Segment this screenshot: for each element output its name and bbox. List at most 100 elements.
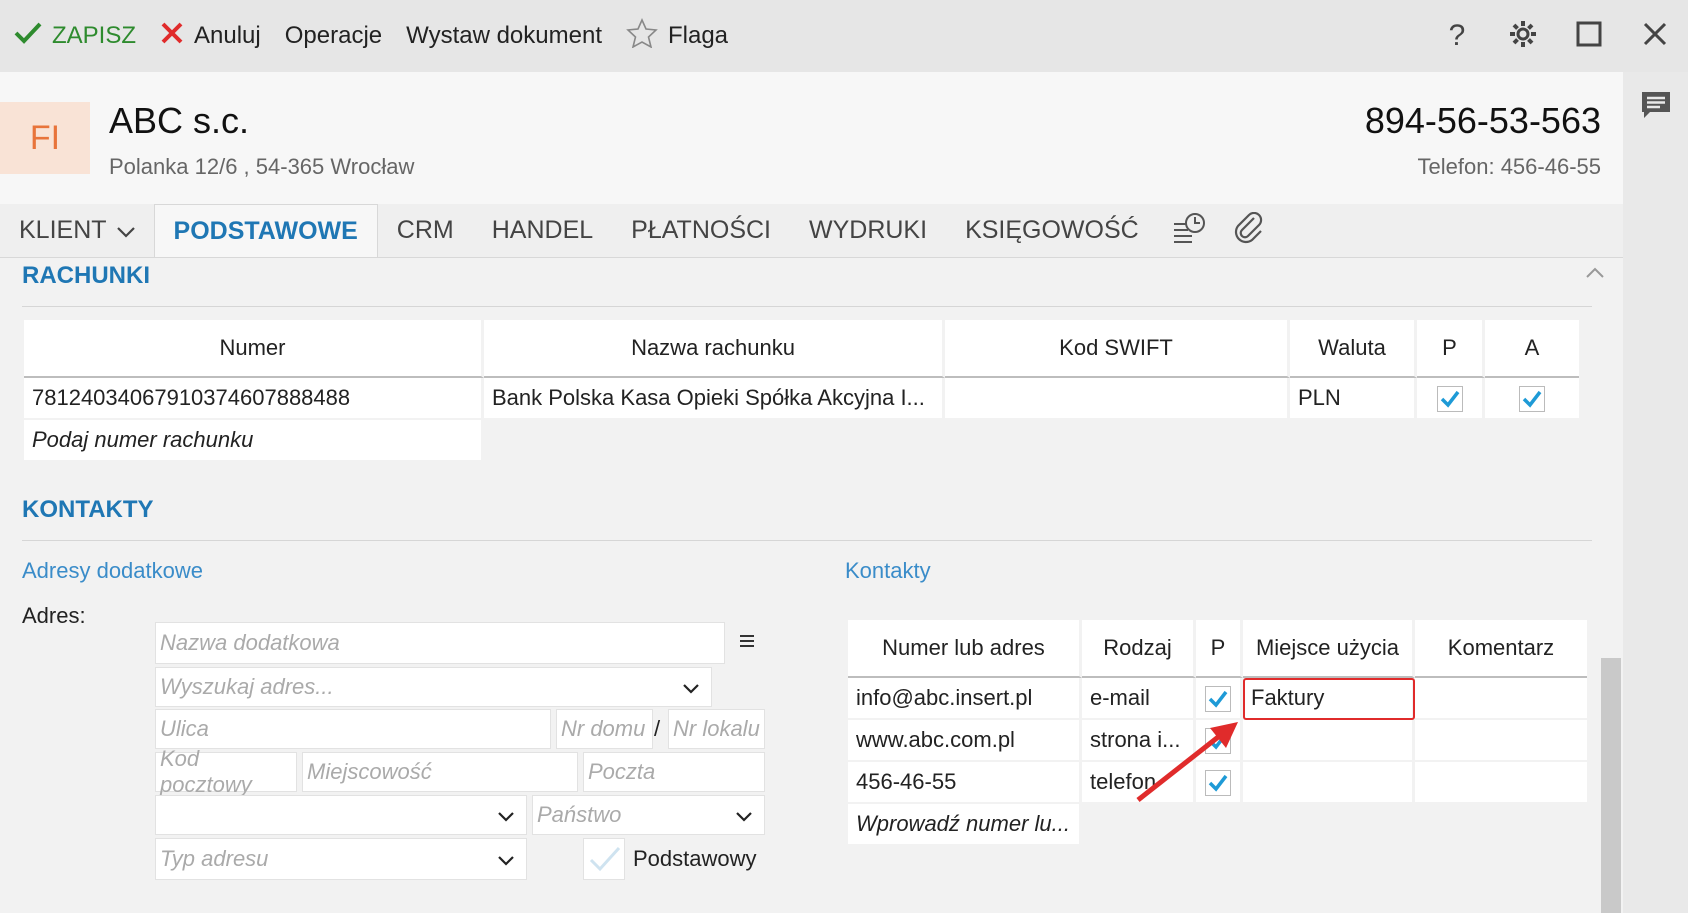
default-address-label: Podstawowy bbox=[633, 846, 757, 871]
search-placeholder: Wyszukaj adres... bbox=[160, 674, 334, 699]
account-p-checkbox[interactable] bbox=[1436, 385, 1463, 412]
chevron-down-icon bbox=[498, 846, 514, 872]
flat-number-input[interactable]: Nr lokalu bbox=[668, 709, 765, 749]
tab-label: PŁATNOŚCI bbox=[631, 216, 771, 244]
close-icon bbox=[1643, 22, 1667, 51]
settings-button[interactable] bbox=[1490, 0, 1556, 72]
vertical-scrollbar[interactable] bbox=[1601, 658, 1621, 913]
account-a-cell bbox=[1485, 378, 1579, 420]
house-number-input[interactable]: Nr domu bbox=[556, 709, 653, 749]
table-row[interactable]: 78124034067910374607888488 Bank Polska K… bbox=[24, 378, 1579, 420]
tab-label: WYDRUKI bbox=[809, 216, 928, 244]
country-placeholder: Państwo bbox=[537, 802, 622, 827]
account-a-checkbox[interactable] bbox=[1519, 385, 1545, 412]
contact-kind[interactable]: e-mail bbox=[1082, 678, 1196, 720]
annotation-arrow bbox=[1136, 722, 1238, 802]
contact-value[interactable]: www.abc.com.pl bbox=[848, 720, 1082, 762]
column-header[interactable]: Numer bbox=[24, 320, 484, 378]
chevron-down-icon bbox=[498, 802, 514, 828]
contact-usage[interactable] bbox=[1243, 720, 1415, 762]
contact-comment[interactable] bbox=[1415, 720, 1587, 762]
contact-p-checkbox[interactable] bbox=[1205, 685, 1231, 712]
empty-cell bbox=[1082, 804, 1196, 846]
contact-comment[interactable] bbox=[1415, 678, 1587, 720]
account-swift[interactable] bbox=[945, 378, 1290, 420]
table-header-row: Numer lub adres Rodzaj P Miejsce użycia … bbox=[848, 620, 1587, 678]
contact-value[interactable]: info@abc.insert.pl bbox=[848, 678, 1082, 720]
column-header[interactable]: Numer lub adres bbox=[848, 620, 1082, 678]
new-account-input[interactable]: Podaj numer rachunku bbox=[24, 420, 484, 462]
cancel-button[interactable]: Anuluj bbox=[148, 0, 273, 72]
tab-printouts[interactable]: WYDRUKI bbox=[790, 204, 946, 257]
account-currency[interactable]: PLN bbox=[1290, 378, 1417, 420]
divider bbox=[22, 306, 1592, 307]
address-type-select[interactable]: Typ adresu bbox=[155, 838, 527, 880]
street-input[interactable]: Ulica bbox=[155, 709, 551, 749]
chevron-down-icon bbox=[683, 674, 699, 700]
history-button[interactable] bbox=[1158, 204, 1220, 257]
default-address-checkbox[interactable] bbox=[583, 838, 625, 880]
column-header[interactable]: Rodzaj bbox=[1082, 620, 1196, 678]
customer-header: FI ABC s.c. Polanka 12/6 , 54-365 Wrocła… bbox=[0, 72, 1623, 204]
column-header[interactable]: Kod SWIFT bbox=[945, 320, 1290, 378]
tab-payments[interactable]: PŁATNOŚCI bbox=[612, 204, 790, 257]
comments-button[interactable] bbox=[1640, 90, 1672, 125]
close-window-button[interactable] bbox=[1622, 0, 1688, 72]
empty-cell bbox=[1417, 420, 1485, 462]
region-select[interactable] bbox=[155, 795, 527, 835]
issue-document-button[interactable]: Wystaw dokument bbox=[394, 0, 614, 72]
tab-accounting[interactable]: KSIĘGOWOŚĆ bbox=[946, 204, 1158, 257]
chevron-down-icon bbox=[736, 802, 752, 828]
country-select[interactable]: Państwo bbox=[532, 795, 765, 835]
tab-label: HANDEL bbox=[491, 216, 594, 244]
maximize-button[interactable] bbox=[1556, 0, 1622, 72]
column-header[interactable]: Nazwa rachunku bbox=[484, 320, 945, 378]
customer-badge: FI bbox=[0, 102, 90, 174]
tab-trade[interactable]: HANDEL bbox=[473, 204, 612, 257]
column-header[interactable]: P bbox=[1196, 620, 1243, 678]
contacts-section-title: KONTAKTY bbox=[22, 496, 154, 523]
content-area: RACHUNKI Numer Nazwa rachunku Kod SWIFT … bbox=[0, 258, 1623, 913]
postal-code-input[interactable]: Kod pocztowy bbox=[155, 746, 297, 797]
contact-usage[interactable]: Faktury bbox=[1243, 678, 1415, 720]
operations-menu[interactable]: Operacje bbox=[273, 0, 394, 72]
history-icon bbox=[1172, 212, 1206, 249]
number-separator: / bbox=[654, 716, 661, 741]
additional-name-input[interactable]: Nazwa dodatkowa bbox=[155, 622, 725, 664]
flag-button[interactable]: Flaga bbox=[614, 0, 740, 72]
contact-usage[interactable] bbox=[1243, 762, 1415, 804]
column-header[interactable]: Komentarz bbox=[1415, 620, 1587, 678]
column-header[interactable]: A bbox=[1485, 320, 1579, 378]
contact-comment[interactable] bbox=[1415, 762, 1587, 804]
save-button[interactable]: ZAPISZ bbox=[0, 0, 148, 72]
table-row[interactable]: info@abc.insert.pl e-mail Faktury bbox=[848, 678, 1587, 720]
post-office-input[interactable]: Poczta bbox=[583, 752, 765, 792]
contact-value[interactable]: 456-46-55 bbox=[848, 762, 1082, 804]
checkmark-icon bbox=[14, 21, 42, 52]
tab-crm[interactable]: CRM bbox=[378, 204, 473, 257]
maximize-icon bbox=[1576, 21, 1602, 52]
side-rail bbox=[1623, 72, 1688, 913]
column-header[interactable]: P bbox=[1417, 320, 1485, 378]
collapse-chevron-icon[interactable] bbox=[1586, 266, 1604, 284]
company-nip: 894-56-53-563 bbox=[1364, 100, 1601, 141]
operations-label: Operacje bbox=[284, 22, 383, 49]
account-number[interactable]: 78124034067910374607888488 bbox=[24, 378, 484, 420]
attachments-button[interactable] bbox=[1220, 204, 1278, 257]
menu-icon[interactable] bbox=[738, 632, 756, 655]
accounts-table: Numer Nazwa rachunku Kod SWIFT Waluta P … bbox=[24, 320, 1579, 462]
address-search-select[interactable]: Wyszukaj adres... bbox=[155, 667, 712, 707]
paperclip-icon bbox=[1234, 211, 1264, 249]
empty-cell bbox=[1243, 804, 1415, 846]
tab-basic[interactable]: PODSTAWOWE bbox=[153, 204, 378, 257]
table-row-new: Wprowadź numer lu... bbox=[848, 804, 1587, 846]
tab-label: KSIĘGOWOŚĆ bbox=[965, 216, 1139, 244]
column-header[interactable]: Waluta bbox=[1290, 320, 1417, 378]
tab-client[interactable]: KLIENT bbox=[0, 204, 154, 257]
account-name[interactable]: Bank Polska Kasa Opieki Spółka Akcyjna I… bbox=[484, 378, 945, 420]
help-button[interactable]: ? bbox=[1424, 0, 1490, 72]
empty-cell bbox=[945, 420, 1290, 462]
city-input[interactable]: Miejscowość bbox=[302, 752, 578, 792]
new-contact-input[interactable]: Wprowadź numer lu... bbox=[848, 804, 1082, 846]
column-header[interactable]: Miejsce użycia bbox=[1243, 620, 1415, 678]
